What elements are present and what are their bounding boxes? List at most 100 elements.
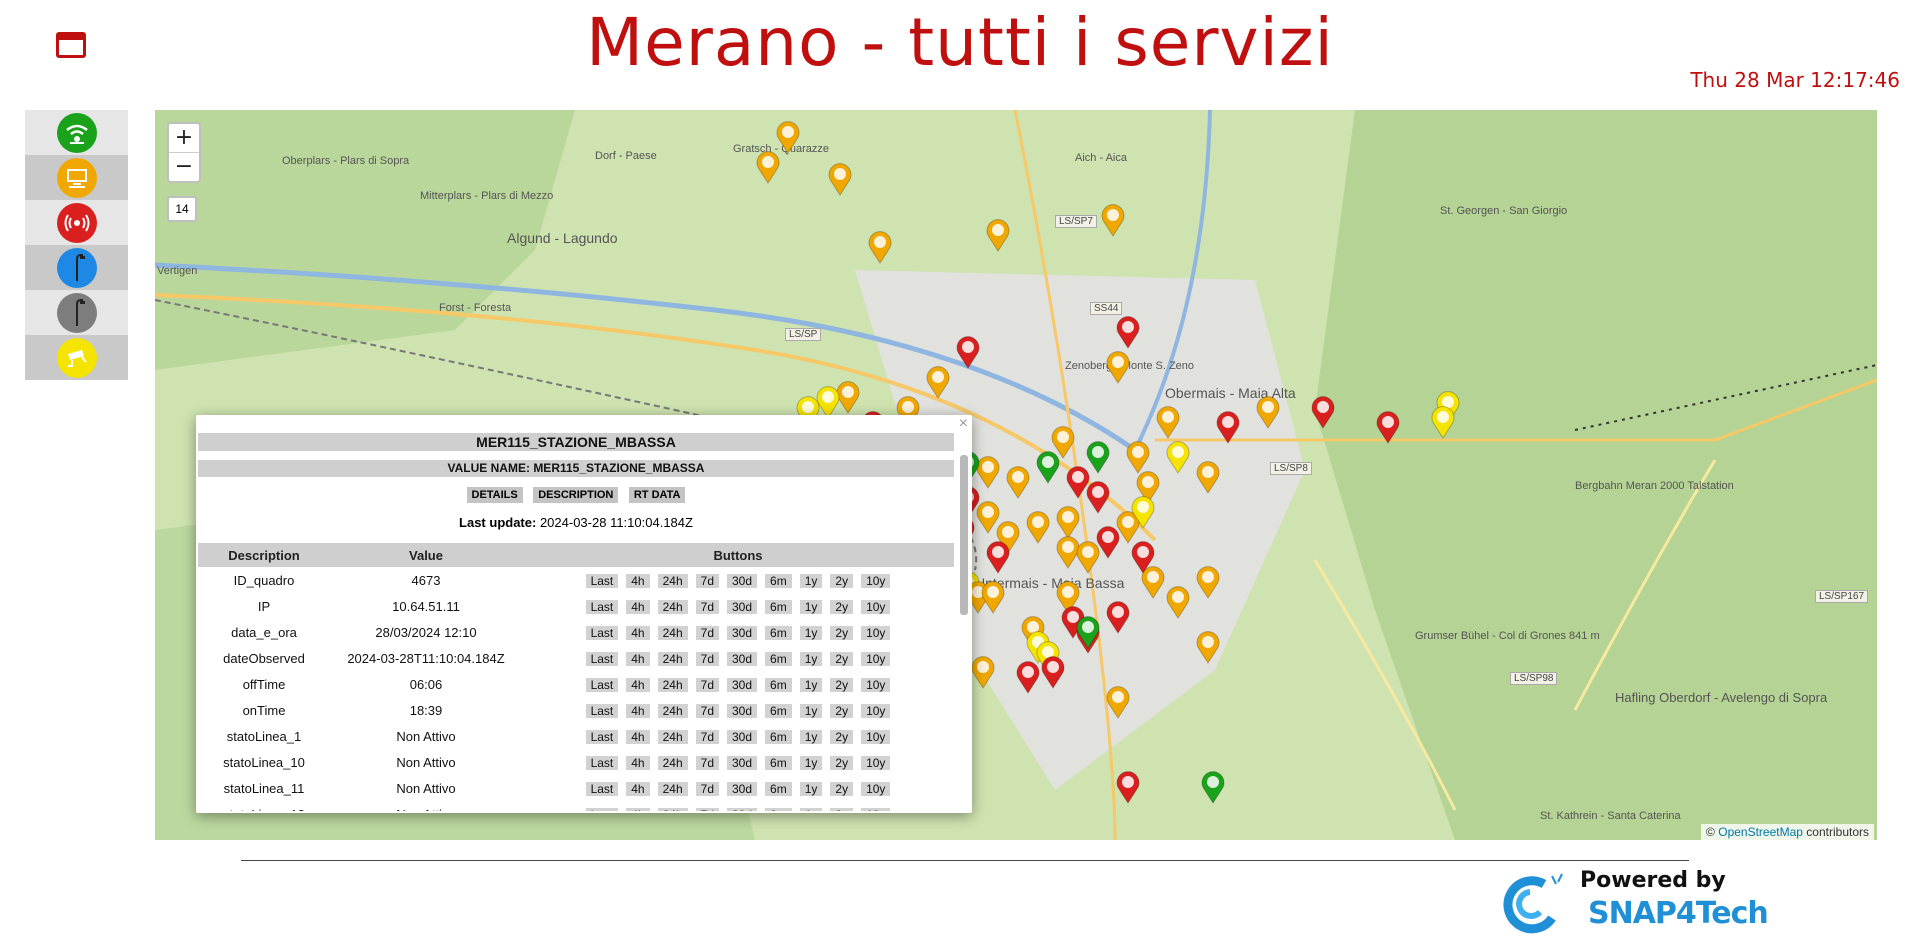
- tab-description[interactable]: DESCRIPTION: [533, 487, 619, 503]
- history-button[interactable]: 30d: [727, 677, 758, 692]
- history-button[interactable]: 4h: [626, 729, 650, 744]
- history-button[interactable]: 2y: [830, 599, 854, 614]
- map-marker-icon[interactable]: [1005, 465, 1031, 499]
- history-button[interactable]: 10y: [861, 807, 891, 811]
- history-button[interactable]: 7d: [695, 677, 719, 692]
- history-button[interactable]: 1y: [799, 703, 823, 718]
- popup-table-container[interactable]: Description Value Buttons ID_quadro 4673 L…: [198, 543, 954, 811]
- map-marker-icon[interactable]: [815, 385, 841, 419]
- history-button[interactable]: 24h: [657, 729, 688, 744]
- sidebar-item-streetlight-grey[interactable]: [25, 290, 128, 335]
- history-button[interactable]: Last: [585, 781, 619, 796]
- history-button[interactable]: 10y: [861, 573, 891, 588]
- map-marker-icon[interactable]: [1200, 770, 1226, 804]
- map-marker-icon[interactable]: [1155, 405, 1181, 439]
- map-marker-icon[interactable]: [1375, 410, 1401, 444]
- history-button[interactable]: 6m: [765, 651, 792, 666]
- history-button[interactable]: 2y: [830, 729, 854, 744]
- history-button[interactable]: 30d: [727, 625, 758, 640]
- map-marker-icon[interactable]: [980, 580, 1006, 614]
- tab-rt-data[interactable]: RT DATA: [628, 487, 686, 503]
- history-button[interactable]: 4h: [626, 781, 650, 796]
- map-marker-icon[interactable]: [1195, 565, 1221, 599]
- map-marker-icon[interactable]: [1165, 440, 1191, 474]
- map-marker-icon[interactable]: [1055, 505, 1081, 539]
- map-marker-icon[interactable]: [1100, 203, 1126, 237]
- history-button[interactable]: 4h: [626, 625, 650, 640]
- history-button[interactable]: 4h: [626, 807, 650, 811]
- history-button[interactable]: 30d: [727, 599, 758, 614]
- map-marker-icon[interactable]: [985, 218, 1011, 252]
- history-button[interactable]: Last: [585, 625, 619, 640]
- history-button[interactable]: 30d: [727, 781, 758, 796]
- history-button[interactable]: 10y: [861, 703, 891, 718]
- map-marker-icon[interactable]: [1085, 480, 1111, 514]
- history-button[interactable]: 2y: [830, 625, 854, 640]
- history-button[interactable]: 6m: [765, 781, 792, 796]
- map-marker-icon[interactable]: [1215, 410, 1241, 444]
- map-marker-icon[interactable]: [1105, 600, 1131, 634]
- map-marker-icon[interactable]: [1115, 315, 1141, 349]
- history-button[interactable]: 7d: [695, 703, 719, 718]
- map-marker-icon[interactable]: [1075, 540, 1101, 574]
- map-marker-icon[interactable]: [1140, 565, 1166, 599]
- sidebar-item-camera[interactable]: [25, 335, 128, 380]
- history-button[interactable]: 2y: [830, 677, 854, 692]
- map-marker-icon[interactable]: [925, 365, 951, 399]
- scrollbar-thumb[interactable]: [960, 455, 968, 615]
- history-button[interactable]: 24h: [657, 599, 688, 614]
- map-marker-icon[interactable]: [827, 162, 853, 196]
- history-button[interactable]: 24h: [657, 807, 688, 811]
- history-button[interactable]: 30d: [727, 703, 758, 718]
- history-button[interactable]: 2y: [830, 573, 854, 588]
- history-button[interactable]: 30d: [727, 729, 758, 744]
- map-marker-icon[interactable]: [1050, 425, 1076, 459]
- map-marker-icon[interactable]: [1310, 395, 1336, 429]
- history-button[interactable]: 1y: [799, 807, 823, 811]
- history-button[interactable]: 4h: [626, 599, 650, 614]
- history-button[interactable]: 1y: [799, 625, 823, 640]
- map-marker-icon[interactable]: [1025, 510, 1051, 544]
- history-button[interactable]: 30d: [727, 755, 758, 770]
- history-button[interactable]: 4h: [626, 651, 650, 666]
- history-button[interactable]: 10y: [861, 651, 891, 666]
- history-button[interactable]: Last: [585, 651, 619, 666]
- sidebar-item-streetlight[interactable]: [25, 245, 128, 290]
- history-button[interactable]: Last: [585, 729, 619, 744]
- history-button[interactable]: 6m: [765, 703, 792, 718]
- history-button[interactable]: 24h: [657, 703, 688, 718]
- history-button[interactable]: 7d: [695, 807, 719, 811]
- map-marker-icon[interactable]: [1125, 440, 1151, 474]
- history-button[interactable]: 7d: [695, 599, 719, 614]
- history-button[interactable]: Last: [585, 599, 619, 614]
- history-button[interactable]: 24h: [657, 573, 688, 588]
- map-marker-icon[interactable]: [1165, 585, 1191, 619]
- history-button[interactable]: 6m: [765, 573, 792, 588]
- history-button[interactable]: 1y: [799, 573, 823, 588]
- history-button[interactable]: Last: [585, 807, 619, 811]
- history-button[interactable]: 2y: [830, 703, 854, 718]
- map-marker-icon[interactable]: [1195, 460, 1221, 494]
- history-button[interactable]: 1y: [799, 755, 823, 770]
- map-marker-icon[interactable]: [1115, 770, 1141, 804]
- map-marker-icon[interactable]: [1040, 655, 1066, 689]
- map-marker-icon[interactable]: [1130, 495, 1156, 529]
- history-button[interactable]: Last: [585, 677, 619, 692]
- map-marker-icon[interactable]: [775, 120, 801, 154]
- map-marker-icon[interactable]: [970, 655, 996, 689]
- history-button[interactable]: 2y: [830, 755, 854, 770]
- map-marker-icon[interactable]: [1015, 660, 1041, 694]
- zoom-out-button[interactable]: −: [169, 152, 199, 181]
- history-button[interactable]: 7d: [695, 651, 719, 666]
- history-button[interactable]: 24h: [657, 625, 688, 640]
- history-button[interactable]: 2y: [830, 807, 854, 811]
- close-icon[interactable]: ×: [959, 415, 968, 433]
- map-marker-icon[interactable]: [755, 150, 781, 184]
- history-button[interactable]: 4h: [626, 755, 650, 770]
- history-button[interactable]: 7d: [695, 573, 719, 588]
- sidebar-item-computer[interactable]: [25, 155, 128, 200]
- history-button[interactable]: 30d: [727, 573, 758, 588]
- popup-scrollbar[interactable]: [959, 435, 969, 805]
- history-button[interactable]: 7d: [695, 729, 719, 744]
- history-button[interactable]: 24h: [657, 651, 688, 666]
